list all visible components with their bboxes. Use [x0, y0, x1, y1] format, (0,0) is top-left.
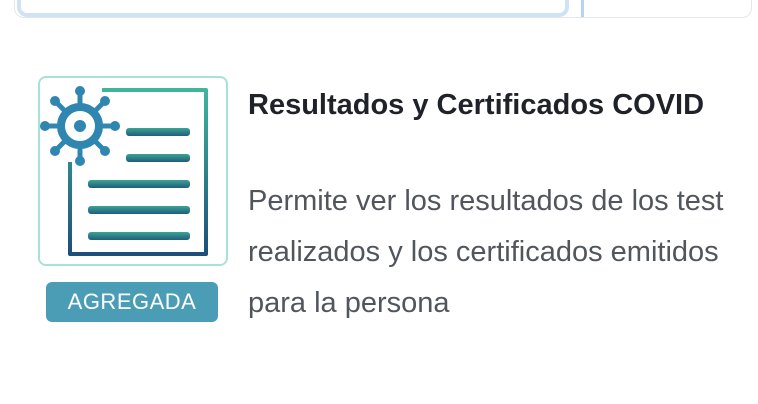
service-card[interactable]: AGREGADA Resultados y Certificados COVID…: [0, 60, 758, 380]
service-description: Permite ver los resultados de los test r…: [248, 185, 724, 319]
status-badge: AGREGADA: [46, 282, 218, 322]
service-title: Resultados y Certificados COVID: [248, 89, 705, 121]
search-divider: [581, 0, 584, 17]
service-icon-box: [38, 76, 228, 266]
covid-certificate-icon: [40, 86, 208, 256]
search-bar: [14, 0, 752, 18]
search-input[interactable]: [17, 0, 569, 17]
page: AGREGADA Resultados y Certificados COVID…: [0, 0, 758, 404]
